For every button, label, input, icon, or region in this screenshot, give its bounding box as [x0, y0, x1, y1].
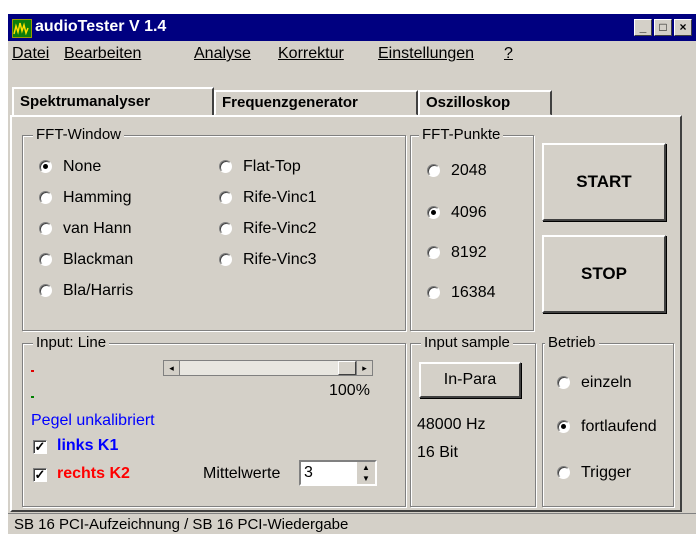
in-para-button[interactable]: In-Para	[419, 362, 521, 398]
app-window: audioTester V 1.4 _ □ × Datei Bearbeiten…	[8, 14, 696, 534]
fft-punkte-legend: FFT-Punkte	[419, 126, 504, 143]
pegel-text: Pegel unkalibriert	[31, 412, 155, 429]
status-bar: SB 16 PCI-Aufzeichnung / SB 16 PCI-Wiede…	[8, 513, 696, 534]
menu-korrektur[interactable]: Korrektur	[278, 45, 344, 63]
window-title: audioTester V 1.4	[35, 18, 167, 35]
slider-thumb[interactable]	[338, 361, 356, 375]
slider-right-arrow-icon[interactable]: ▸	[356, 361, 372, 375]
stop-button[interactable]: STOP	[542, 235, 666, 313]
fft-window-group: FFT-Window None Hamming van Hann Blackma…	[22, 126, 406, 331]
spinner-up-icon[interactable]: ▲	[357, 462, 375, 473]
menu-analyse[interactable]: Analyse	[194, 45, 251, 63]
betrieb-group: Betrieb einzeln fortlaufend Trigger	[542, 334, 674, 507]
spinner-down-icon[interactable]: ▼	[357, 473, 375, 484]
menu-bar: Datei Bearbeiten Analyse Korrektur Einst…	[8, 41, 696, 65]
links-k1-checkbox[interactable]: ✓	[33, 440, 47, 454]
maximize-icon[interactable]: □	[654, 19, 672, 36]
mittelwerte-label: Mittelwerte	[203, 465, 281, 482]
sample-bits: 16 Bit	[417, 444, 458, 461]
tab-spektrumanalyser[interactable]: Spektrumanalyser	[12, 87, 214, 117]
fft-window-legend: FFT-Window	[33, 126, 125, 143]
start-button[interactable]: START	[542, 143, 666, 221]
close-icon[interactable]: ×	[674, 19, 692, 36]
mittelwerte-value: 3	[304, 464, 313, 481]
tab-oszilloskop[interactable]: Oszilloskop	[418, 90, 552, 116]
menu-datei[interactable]: Datei	[12, 45, 49, 63]
links-k1-label: links K1	[57, 437, 119, 454]
menu-bearbeiten[interactable]: Bearbeiten	[64, 45, 141, 63]
betrieb-legend: Betrieb	[545, 334, 599, 351]
slider-left-arrow-icon[interactable]: ◂	[164, 361, 180, 375]
menu-einstellungen[interactable]: Einstellungen	[378, 45, 474, 63]
spektrum-panel: FFT-Window None Hamming van Hann Blackma…	[10, 115, 682, 512]
minimize-icon[interactable]: _	[634, 19, 652, 36]
title-bar[interactable]: audioTester V 1.4 _ □ ×	[8, 14, 696, 41]
level-slider[interactable]: ◂ ▸	[163, 360, 373, 376]
left-level-meter	[31, 370, 34, 372]
tab-frequenzgenerator[interactable]: Frequenzgenerator	[214, 90, 418, 116]
rechts-k2-checkbox[interactable]: ✓	[33, 468, 47, 482]
mittelwerte-spinner[interactable]: 3 ▲ ▼	[299, 460, 377, 486]
input-line-group: Input: Line ◂ ▸ 100% Pegel unkalibriert …	[22, 334, 406, 507]
menu-help[interactable]: ?	[504, 45, 513, 63]
input-sample-group: Input sample In-Para 48000 Hz 16 Bit	[410, 334, 536, 507]
right-level-meter	[31, 396, 34, 398]
status-text: SB 16 PCI-Aufzeichnung / SB 16 PCI-Wiede…	[14, 516, 349, 533]
sample-rate: 48000 Hz	[417, 416, 486, 433]
level-percent: 100%	[329, 382, 370, 399]
input-line-legend: Input: Line	[33, 334, 110, 351]
rechts-k2-label: rechts K2	[57, 465, 130, 482]
input-sample-legend: Input sample	[421, 334, 513, 351]
fft-punkte-group: FFT-Punkte 2048 4096 8192 16384	[410, 126, 534, 331]
app-spectrum-icon	[12, 19, 32, 38]
